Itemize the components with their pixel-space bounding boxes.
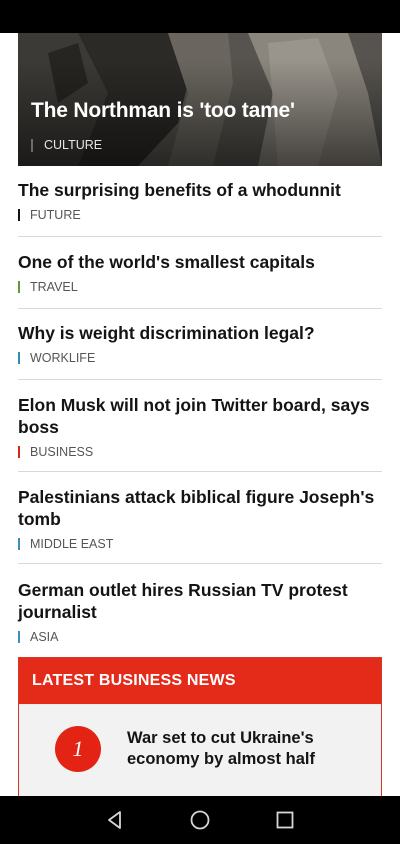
- story-item[interactable]: One of the world's smallest capitals TRA…: [18, 251, 382, 309]
- story-category[interactable]: ASIA: [18, 631, 382, 643]
- recents-square-icon[interactable]: [273, 808, 297, 832]
- latest-business-news-section: LATEST BUSINESS NEWS 1 War set to cut Uk…: [18, 657, 382, 796]
- story-title[interactable]: One of the world's smallest capitals: [18, 251, 382, 273]
- system-navigation-bar: [0, 796, 400, 844]
- story-category[interactable]: WORKLIFE: [18, 352, 382, 364]
- hero-story[interactable]: The Northman is 'too tame' CULTURE: [18, 33, 382, 166]
- status-bar: [0, 0, 400, 33]
- story-item[interactable]: Palestinians attack biblical figure Jose…: [18, 486, 382, 564]
- ranked-story-card[interactable]: 1 War set to cut Ukraine's economy by al…: [20, 705, 380, 796]
- story-category[interactable]: FUTURE: [18, 209, 382, 221]
- back-triangle-icon[interactable]: [103, 808, 127, 832]
- section-heading[interactable]: LATEST BUSINESS NEWS: [19, 658, 381, 704]
- news-feed[interactable]: The Northman is 'too tame' CULTURE The s…: [0, 33, 400, 796]
- story-item[interactable]: The surprising benefits of a whodunnit F…: [18, 179, 382, 237]
- story-title[interactable]: The surprising benefits of a whodunnit: [18, 179, 382, 201]
- story-item[interactable]: German outlet hires Russian TV protest j…: [18, 579, 382, 657]
- story-category[interactable]: MIDDLE EAST: [18, 538, 382, 550]
- story-title[interactable]: German outlet hires Russian TV protest j…: [18, 579, 382, 623]
- story-title[interactable]: Why is weight discrimination legal?: [18, 322, 382, 344]
- story-title[interactable]: Palestinians attack biblical figure Jose…: [18, 486, 382, 530]
- home-circle-icon[interactable]: [188, 808, 212, 832]
- story-title[interactable]: Elon Musk will not join Twitter board, s…: [18, 394, 382, 438]
- story-category[interactable]: BUSINESS: [18, 446, 382, 458]
- hero-category[interactable]: CULTURE: [31, 139, 102, 152]
- story-item[interactable]: Why is weight discrimination legal? WORK…: [18, 322, 382, 380]
- rank-badge: 1: [55, 726, 101, 772]
- story-category[interactable]: TRAVEL: [18, 281, 382, 293]
- ranked-story-title[interactable]: War set to cut Ukraine's economy by almo…: [127, 728, 357, 770]
- hero-title[interactable]: The Northman is 'too tame': [31, 99, 295, 123]
- story-item[interactable]: Elon Musk will not join Twitter board, s…: [18, 394, 382, 472]
